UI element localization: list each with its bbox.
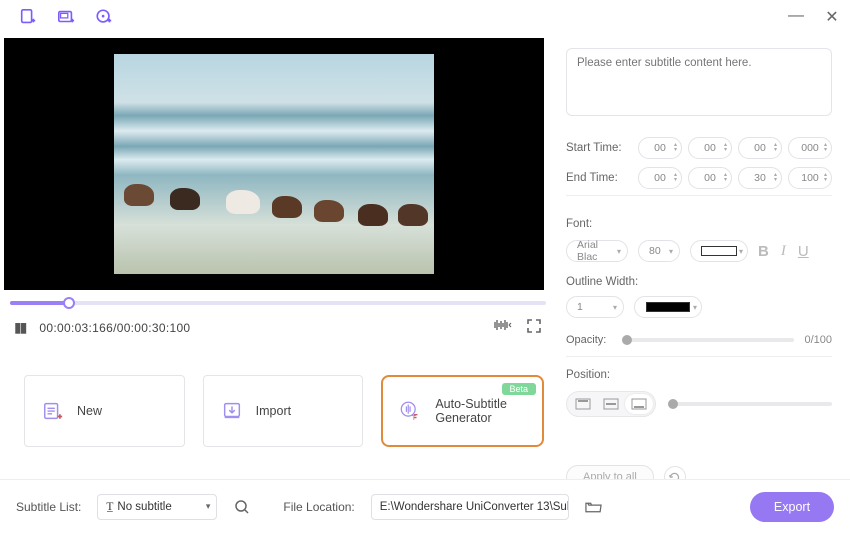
beta-badge: Beta [502,383,537,395]
search-icon[interactable] [233,498,251,516]
new-label: New [77,404,102,418]
file-location-input[interactable]: E:\Wondershare UniConverter 13\SubEd [371,494,569,520]
start-ss[interactable]: 00▴▾ [738,137,782,159]
subtitle-list-select[interactable]: T̲ No subtitle [97,494,217,520]
timeline-played [10,301,69,305]
font-color-select[interactable] [690,240,748,262]
playhead[interactable] [63,297,75,309]
position-knob[interactable] [668,399,678,409]
position-top[interactable] [569,394,597,414]
start-time-label: Start Time: [566,142,630,154]
auto-subtitle-card[interactable]: Beta T Auto-Subtitle Generator [381,375,544,447]
bold-button[interactable]: B [758,243,769,260]
start-mm[interactable]: 00▴▾ [688,137,732,159]
timeline-track[interactable] [10,301,546,305]
font-family-select[interactable]: Arial Blac [566,240,628,262]
video-frame [114,54,434,274]
outline-row: 1 [566,296,832,318]
minimize-icon[interactable]: — [788,7,804,27]
file-location-label: File Location: [283,500,354,514]
time-display: 00:00:03:166/00:00:30:100 [39,321,190,335]
import-label: Import [256,404,291,418]
subtitle-list-label: Subtitle List: [16,500,81,514]
end-time-label: End Time: [566,172,630,184]
start-hh[interactable]: 00▴▾ [638,137,682,159]
position-row [566,391,832,417]
footer: Subtitle List: T̲ No subtitle File Locat… [0,479,850,533]
position-segments [566,391,656,417]
end-hh[interactable]: 00▴▾ [638,167,682,189]
underline-button[interactable]: U [798,243,809,260]
window-controls: — ✕ [788,7,840,27]
opacity-knob[interactable] [622,335,632,345]
outline-color-select[interactable] [634,296,702,318]
auto-subtitle-label: Auto-Subtitle Generator [435,397,526,425]
action-cards: New Import Beta T Auto-Subtitle Generato… [24,375,544,447]
right-panel: Start Time: 00▴▾ 00▴▾ 00▴▾ 000▴▾ End Tim… [556,34,850,479]
waveform-icon[interactable] [492,318,512,337]
import-card[interactable]: Import [203,375,364,447]
position-bottom[interactable] [625,394,653,414]
font-row: Arial Blac 80 B I U [566,240,832,262]
import-icon [220,399,244,423]
italic-button[interactable]: I [781,243,786,260]
close-icon[interactable]: ✕ [824,7,840,27]
add-file-icon[interactable] [18,7,38,27]
font-size-select[interactable]: 80 [638,240,680,262]
folder-open-icon[interactable] [585,498,603,516]
opacity-slider[interactable] [622,338,794,342]
main: ▮▮ 00:00:03:166/00:00:30:100 New [0,34,850,479]
opacity-row: Opacity: 0/100 [566,334,832,346]
new-icon [41,399,65,423]
player-controls: ▮▮ 00:00:03:166/00:00:30:100 [0,314,556,337]
opacity-label: Opacity: [566,334,612,346]
outline-label: Outline Width: [566,276,832,288]
pause-button[interactable]: ▮▮ [14,319,25,336]
subtitle-textarea[interactable] [566,48,832,116]
start-ms[interactable]: 000▴▾ [788,137,832,159]
end-mm[interactable]: 00▴▾ [688,167,732,189]
opacity-value: 0/100 [804,334,832,346]
position-middle[interactable] [597,394,625,414]
svg-text:T: T [412,415,416,422]
add-folder-icon[interactable] [56,7,76,27]
end-ms[interactable]: 100▴▾ [788,167,832,189]
start-time-row: Start Time: 00▴▾ 00▴▾ 00▴▾ 000▴▾ [566,137,832,159]
timeline[interactable] [10,296,546,310]
position-slider[interactable] [668,402,832,406]
fullscreen-icon[interactable] [526,318,542,337]
end-ss[interactable]: 30▴▾ [738,167,782,189]
export-button[interactable]: Export [750,492,834,522]
font-label: Font: [566,218,832,230]
position-label: Position: [566,369,832,381]
left-pane: ▮▮ 00:00:03:166/00:00:30:100 New [0,34,556,479]
titlebar: — ✕ [0,0,850,34]
end-time-row: End Time: 00▴▾ 00▴▾ 30▴▾ 100▴▾ [566,167,832,189]
video-player[interactable] [4,38,544,290]
add-disc-icon[interactable] [94,7,114,27]
outline-width-select[interactable]: 1 [566,296,624,318]
new-card[interactable]: New [24,375,185,447]
toolbar-icons [18,7,114,27]
auto-subtitle-icon: T [399,399,423,423]
